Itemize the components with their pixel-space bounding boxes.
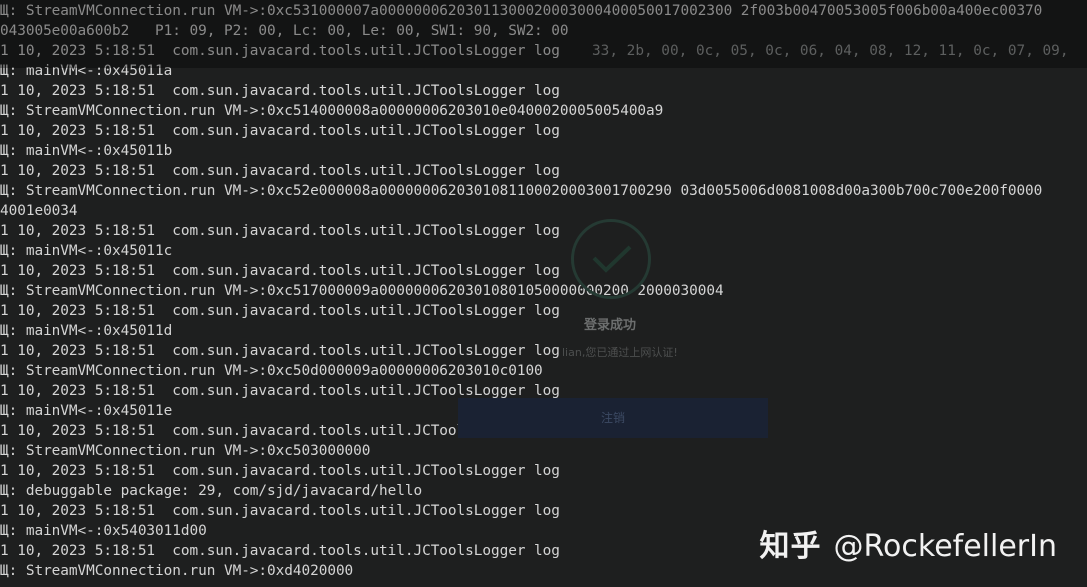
console-line: 1 10, 2023 5:18:51 com.sun.javacard.tool… [0, 463, 560, 479]
console-line: Щ: StreamVMConnection.run VM->:0xc503000… [0, 443, 371, 459]
console-line: 1 10, 2023 5:18:51 com.sun.javacard.tool… [0, 83, 560, 99]
ghost-log-row: 33, 2b, 00, 0c, 05, 0c, 06, 04, 08, 12, … [592, 43, 1069, 59]
console-line: 1 10, 2023 5:18:51 com.sun.javacard.tool… [0, 123, 560, 139]
console-line: 1 10, 2023 5:18:51 com.sun.javacard.tool… [0, 303, 560, 319]
console-line: 1 10, 2023 5:18:51 com.sun.javacard.tool… [0, 163, 560, 179]
login-success-title: 登录成功 [584, 318, 637, 333]
console-line: 1 10, 2023 5:18:51 com.sun.javacard.tool… [0, 223, 560, 239]
watermark: 知乎 @RockefellerIn [760, 521, 1057, 565]
console-line: Щ: StreamVMConnection.run VM->:0xc517000… [0, 283, 724, 299]
console-line: 1 10, 2023 5:18:51 com.sun.javacard.tool… [0, 343, 560, 359]
watermark-platform: 知乎 [759, 529, 822, 564]
console-output: Щ: StreamVMConnection.run VM->:0xc531000… [0, 0, 1087, 587]
console-line: Щ: mainVM<-:0x45011c [0, 243, 173, 259]
console-line: Щ: mainVM<-:0x45011d [0, 323, 173, 339]
login-success-subtitle: lian,您已通过上网认证! [562, 346, 678, 359]
console-line: Щ: StreamVMConnection.run VM->:0xc514000… [0, 103, 664, 119]
console-line: Щ: StreamVMConnection.run VM->:0xc50d000… [0, 363, 543, 379]
console-line: Щ: StreamVMConnection.run VM->:0xc52e000… [0, 183, 1043, 199]
logout-button[interactable]: 注销 [458, 398, 768, 438]
console-line: Щ: debuggable package: 29, com/sjd/javac… [0, 483, 423, 499]
console-line: 1 10, 2023 5:18:51 com.sun.javacard.tool… [0, 263, 560, 279]
console-line: 4001e0034 [0, 203, 78, 219]
console-line: 1 10, 2023 5:18:51 com.sun.javacard.tool… [0, 503, 560, 519]
console-line: Щ: mainVM<-:0x45011b [0, 143, 173, 159]
watermark-handle: @RockefellerIn [833, 529, 1057, 564]
success-check-icon [571, 219, 651, 299]
